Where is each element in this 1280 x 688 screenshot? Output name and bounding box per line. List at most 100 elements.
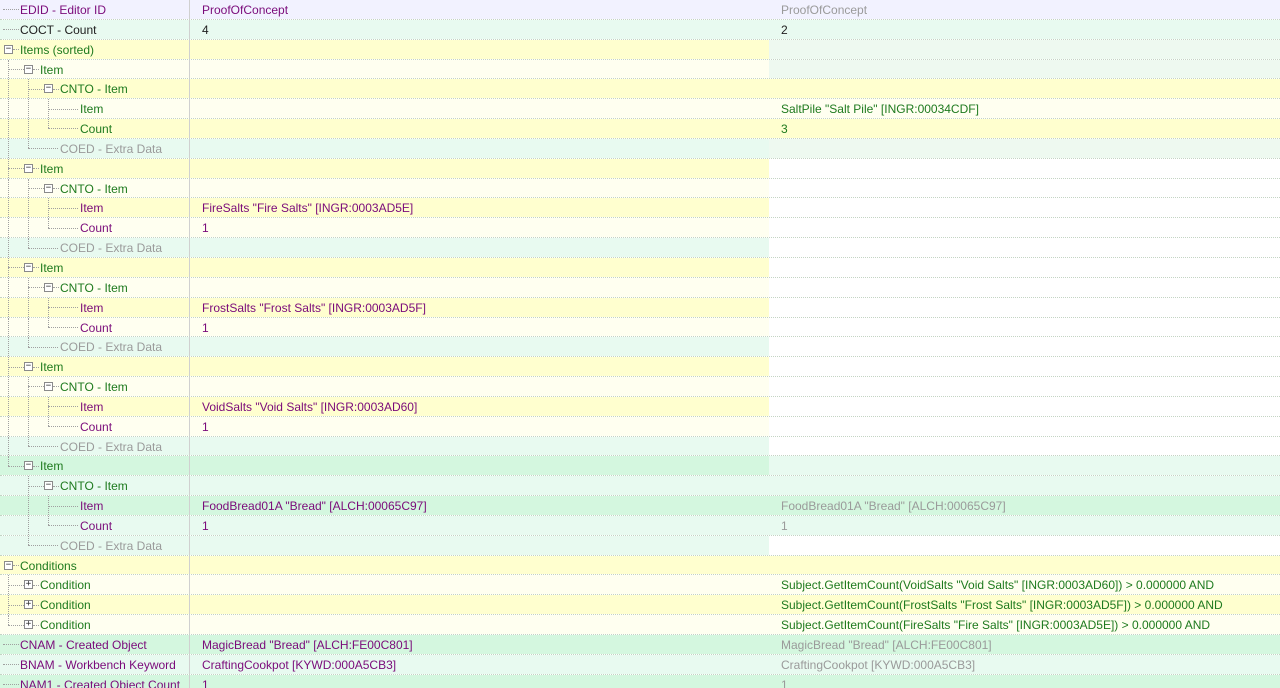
field-name-cell[interactable]: Item [0, 496, 190, 515]
collapse-icon[interactable]: − [44, 84, 53, 94]
tree-row[interactable]: − Item [0, 357, 1280, 378]
value-cell-override[interactable]: 2 [769, 19, 1280, 39]
expand-icon[interactable]: + [24, 620, 33, 630]
tree-row[interactable]: − CNTO - Item [0, 476, 1280, 497]
tree-row[interactable]: COCT - Count 4 2 [0, 19, 1280, 40]
tree-row[interactable]: − Item [0, 158, 1280, 179]
tree-row[interactable]: EDID - Editor ID ProofOfConcept ProofOfCon… [0, 0, 1280, 20]
collapse-icon[interactable]: − [24, 362, 33, 372]
value-cell-override[interactable] [769, 535, 1280, 555]
value-cell-override[interactable] [769, 79, 1280, 99]
field-name-cell[interactable]: − CNTO - Item [0, 79, 190, 99]
value-cell-proofofconcept[interactable]: 4 [190, 19, 769, 39]
value-cell-proofofconcept[interactable] [190, 456, 769, 476]
field-name-cell[interactable]: Item [0, 297, 190, 317]
tree-row[interactable]: − CNTO - Item [0, 178, 1280, 199]
value-cell-override[interactable] [769, 377, 1280, 396]
value-cell-proofofconcept[interactable] [190, 39, 769, 59]
field-name-cell[interactable]: Count [0, 416, 190, 436]
value-cell-override[interactable] [769, 218, 1280, 238]
collapse-icon[interactable]: − [24, 163, 33, 173]
collapse-icon[interactable]: − [24, 461, 33, 471]
field-name-cell[interactable]: Count [0, 317, 190, 337]
value-cell-override[interactable]: ProofOfConcept [769, 0, 1280, 19]
collapse-icon[interactable]: − [4, 44, 13, 54]
field-name-cell[interactable]: − Item [0, 158, 190, 178]
tree-row[interactable]: COED - Extra Data [0, 238, 1280, 258]
value-cell-proofofconcept[interactable]: 1 [190, 317, 769, 337]
tree-row[interactable]: Item FrostSalts "Frost Salts" [INGR:0003A… [0, 297, 1280, 318]
field-name-cell[interactable]: + Condition [0, 595, 190, 615]
field-name-cell[interactable]: − CNTO - Item [0, 377, 190, 396]
value-cell-proofofconcept[interactable] [190, 615, 769, 634]
value-cell-override[interactable]: FoodBread01A "Bread" [ALCH:00065C97] [769, 496, 1280, 515]
value-cell-proofofconcept[interactable] [190, 575, 769, 595]
field-name-cell[interactable]: − Conditions [0, 555, 190, 575]
value-cell-override[interactable]: MagicBread "Bread" [ALCH:FE00C801] [769, 635, 1280, 654]
tree-row[interactable]: COED - Extra Data [0, 337, 1280, 358]
field-name-cell[interactable]: Count [0, 218, 190, 238]
tree-row[interactable]: COED - Extra Data [0, 138, 1280, 159]
value-cell-proofofconcept[interactable] [190, 476, 769, 496]
value-cell-override[interactable] [769, 317, 1280, 337]
value-cell-proofofconcept[interactable] [190, 79, 769, 99]
field-name-cell[interactable]: − Item [0, 456, 190, 476]
field-name-cell[interactable]: − Item [0, 59, 190, 79]
value-cell-override[interactable] [769, 277, 1280, 297]
field-name-cell[interactable]: Item [0, 99, 190, 119]
field-name-cell[interactable]: Count [0, 119, 190, 138]
value-cell-proofofconcept[interactable] [190, 158, 769, 178]
tree-row[interactable]: Count 1 1 [0, 515, 1280, 536]
value-cell-override[interactable] [769, 158, 1280, 178]
value-cell-override[interactable]: 3 [769, 119, 1280, 138]
tree-row[interactable]: − Conditions [0, 555, 1280, 576]
value-cell-proofofconcept[interactable]: 1 [190, 218, 769, 238]
tree-row[interactable]: Item VoidSalts "Void Salts" [INGR:0003AD6… [0, 396, 1280, 417]
tree-row[interactable]: Item FoodBread01A "Bread" [ALCH:00065C97]… [0, 496, 1280, 516]
tree-row[interactable]: BNAM - Workbench Keyword CraftingCookpot … [0, 654, 1280, 675]
field-name-cell[interactable]: + Condition [0, 615, 190, 634]
tree-row[interactable]: NAM1 - Created Object Count 1 1 [0, 674, 1280, 688]
field-name-cell[interactable]: BNAM - Workbench Keyword [0, 654, 190, 674]
field-name-cell[interactable]: − Item [0, 357, 190, 377]
value-cell-override[interactable] [769, 178, 1280, 198]
value-cell-override[interactable] [769, 456, 1280, 476]
collapse-icon[interactable]: − [44, 282, 53, 292]
tree-row[interactable]: Item SaltPile "Salt Pile" [INGR:00034CDF] [0, 99, 1280, 120]
value-cell-proofofconcept[interactable]: ProofOfConcept [190, 0, 769, 19]
tree-row[interactable]: + Condition Subject.GetItemCount(FireSalts… [0, 615, 1280, 635]
field-name-cell[interactable]: COCT - Count [0, 19, 190, 39]
value-cell-proofofconcept[interactable] [190, 59, 769, 79]
value-cell-override[interactable] [769, 297, 1280, 317]
expand-icon[interactable]: + [24, 600, 33, 610]
value-cell-proofofconcept[interactable] [190, 377, 769, 396]
tree-row[interactable]: COED - Extra Data [0, 436, 1280, 457]
value-cell-proofofconcept[interactable] [190, 535, 769, 555]
field-name-cell[interactable]: Item [0, 396, 190, 416]
value-cell-override[interactable] [769, 357, 1280, 377]
field-name-cell[interactable]: − Item [0, 257, 190, 277]
tree-row[interactable]: − CNTO - Item [0, 277, 1280, 298]
field-name-cell[interactable]: − CNTO - Item [0, 476, 190, 496]
tree-row[interactable]: − CNTO - Item [0, 79, 1280, 100]
value-cell-proofofconcept[interactable]: MagicBread "Bread" [ALCH:FE00C801] [190, 635, 769, 654]
tree-row[interactable]: − Item [0, 456, 1280, 477]
collapse-icon[interactable]: − [24, 64, 33, 74]
value-cell-override[interactable] [769, 396, 1280, 416]
field-name-cell[interactable]: COED - Extra Data [0, 138, 190, 158]
value-cell-override[interactable] [769, 257, 1280, 277]
value-cell-proofofconcept[interactable] [190, 555, 769, 575]
collapse-icon[interactable]: − [44, 183, 53, 193]
value-cell-override[interactable]: SaltPile "Salt Pile" [INGR:00034CDF] [769, 99, 1280, 119]
field-name-cell[interactable]: − CNTO - Item [0, 178, 190, 198]
tree-row[interactable]: CNAM - Created Object MagicBread "Bread" … [0, 635, 1280, 655]
tree-row[interactable]: − Items (sorted) [0, 39, 1280, 60]
value-cell-proofofconcept[interactable]: FoodBread01A "Bread" [ALCH:00065C97] [190, 496, 769, 515]
value-cell-proofofconcept[interactable]: FrostSalts "Frost Salts" [INGR:0003AD5F] [190, 297, 769, 317]
field-name-cell[interactable]: − Items (sorted) [0, 39, 190, 59]
tree-row[interactable]: Count 1 [0, 317, 1280, 338]
tree-row[interactable]: Count 1 [0, 218, 1280, 239]
tree-row[interactable]: − Item [0, 257, 1280, 278]
value-cell-override[interactable] [769, 39, 1280, 59]
value-cell-proofofconcept[interactable] [190, 238, 769, 257]
